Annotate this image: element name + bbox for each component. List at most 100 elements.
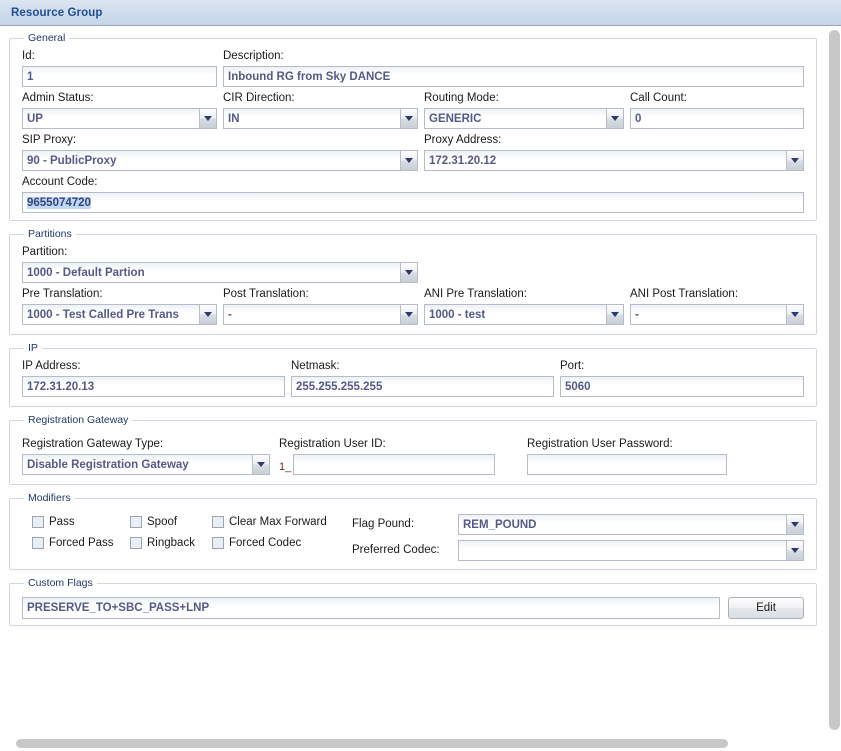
- ani-pre-translation-select[interactable]: 1000 - test: [424, 304, 624, 325]
- registration-user-password-input[interactable]: [527, 454, 727, 475]
- flag-pound-select[interactable]: REM_POUND: [458, 514, 804, 535]
- vertical-scrollbar-thumb[interactable]: [829, 30, 840, 730]
- registration-user-id-input[interactable]: [293, 454, 496, 475]
- cir-direction-select[interactable]: IN: [223, 108, 418, 129]
- chevron-down-icon[interactable]: [400, 151, 417, 170]
- post-translation-label: Post Translation:: [223, 288, 309, 300]
- ip-legend: IP: [28, 342, 38, 354]
- chevron-down-icon[interactable]: [400, 263, 417, 282]
- routing-mode-label: Routing Mode:: [424, 92, 499, 104]
- description-label: Description:: [223, 50, 284, 62]
- chevron-down-icon[interactable]: [606, 109, 623, 128]
- admin-status-select[interactable]: UP: [22, 108, 217, 129]
- registration-gateway-legend: Registration Gateway: [28, 414, 129, 426]
- horizontal-scrollbar-thumb[interactable]: [16, 739, 728, 748]
- ani-post-translation-select[interactable]: -: [630, 304, 804, 325]
- preferred-codec-value: [459, 541, 786, 560]
- chevron-down-icon[interactable]: [400, 305, 417, 324]
- id-label: Id:: [22, 50, 35, 62]
- checkbox-pass-label: Pass: [49, 516, 75, 528]
- checkbox-forced-pass[interactable]: Forced Pass: [32, 537, 130, 549]
- ani-post-translation-value: -: [635, 308, 639, 321]
- post-translation-value: -: [228, 308, 232, 321]
- registration-gateway-group: Registration Gateway Registration Gatewa…: [9, 414, 817, 485]
- routing-mode-select[interactable]: GENERIC: [424, 108, 624, 129]
- chevron-down-icon[interactable]: [786, 151, 803, 170]
- account-code-input[interactable]: 9655074720: [22, 192, 804, 213]
- chevron-down-icon[interactable]: [786, 541, 803, 560]
- checkbox-icon[interactable]: [212, 537, 224, 549]
- registration-gateway-type-value: Disable Registration Gateway: [27, 458, 189, 471]
- checkbox-spoof[interactable]: Spoof: [130, 516, 212, 528]
- description-input[interactable]: Inbound RG from Sky DANCE: [223, 66, 804, 87]
- resource-group-window: Resource Group General Id: 1 Description…: [0, 0, 841, 751]
- chevron-down-icon[interactable]: [786, 305, 803, 324]
- partition-label: Partition:: [22, 246, 68, 258]
- checkbox-clear-max-forward-label: Clear Max Forward: [229, 516, 327, 528]
- checkbox-forced-codec[interactable]: Forced Codec: [212, 537, 342, 549]
- ip-address-label: IP Address:: [22, 360, 81, 372]
- custom-flags-input[interactable]: PRESERVE_TO+SBC_PASS+LNP: [22, 597, 720, 619]
- port-input[interactable]: 5060: [560, 376, 804, 397]
- window-titlebar: Resource Group: [0, 0, 841, 26]
- chevron-down-icon[interactable]: [606, 305, 623, 324]
- flag-pound-label: Flag Pound:: [352, 518, 415, 530]
- sip-proxy-label: SIP Proxy:: [22, 134, 77, 146]
- preferred-codec-select[interactable]: [458, 540, 804, 561]
- post-translation-select[interactable]: -: [223, 304, 418, 325]
- checkbox-icon[interactable]: [130, 537, 142, 549]
- routing-mode-value: GENERIC: [429, 112, 482, 125]
- proxy-address-label: Proxy Address:: [424, 134, 502, 146]
- checkbox-forced-codec-label: Forced Codec: [229, 537, 302, 549]
- checkbox-icon[interactable]: [130, 516, 142, 528]
- checkbox-icon[interactable]: [32, 537, 44, 549]
- partition-value: 1000 - Default Partion: [27, 266, 145, 279]
- account-code-label: Account Code:: [22, 176, 98, 188]
- horizontal-scrollbar[interactable]: [16, 739, 728, 748]
- chevron-down-icon[interactable]: [400, 109, 417, 128]
- cir-direction-value: IN: [228, 112, 240, 125]
- chevron-down-icon[interactable]: [199, 305, 216, 324]
- checkbox-icon[interactable]: [212, 516, 224, 528]
- netmask-input[interactable]: 255.255.255.255: [291, 376, 554, 397]
- sip-proxy-value: 90 - PublicProxy: [27, 154, 117, 167]
- edit-button[interactable]: Edit: [728, 597, 804, 619]
- netmask-label: Netmask:: [291, 360, 340, 372]
- flag-pound-value: REM_POUND: [463, 518, 537, 531]
- ani-post-translation-label: ANI Post Translation:: [630, 288, 739, 300]
- pre-translation-select[interactable]: 1000 - Test Called Pre Trans: [22, 304, 217, 325]
- port-label: Port:: [560, 360, 585, 372]
- general-legend: General: [28, 32, 66, 44]
- ip-address-input[interactable]: 172.31.20.13: [22, 376, 285, 397]
- partition-select[interactable]: 1000 - Default Partion: [22, 262, 418, 283]
- page-title: Resource Group: [11, 6, 103, 19]
- account-code-value: 9655074720: [27, 196, 91, 209]
- modifiers-group: Modifiers Pass Spoof Clear Max Forward F…: [9, 492, 817, 570]
- pre-translation-label: Pre Translation:: [22, 288, 103, 300]
- id-input[interactable]: 1: [22, 66, 217, 87]
- custom-flags-legend: Custom Flags: [28, 577, 93, 589]
- registration-user-id-label: Registration User ID:: [279, 438, 386, 450]
- checkbox-pass[interactable]: Pass: [32, 516, 130, 528]
- checkbox-spoof-label: Spoof: [147, 516, 178, 528]
- call-count-input[interactable]: 0: [630, 108, 804, 129]
- checkbox-icon[interactable]: [32, 516, 44, 528]
- sip-proxy-select[interactable]: 90 - PublicProxy: [22, 150, 418, 171]
- ip-group: IP IP Address: 172.31.20.13 Netmask: 255…: [9, 342, 817, 407]
- vertical-scrollbar[interactable]: [826, 26, 841, 751]
- pre-translation-value: 1000 - Test Called Pre Trans: [27, 308, 179, 321]
- preferred-codec-label: Preferred Codec:: [352, 544, 440, 556]
- checkbox-clear-max-forward[interactable]: Clear Max Forward: [212, 516, 342, 528]
- chevron-down-icon[interactable]: [199, 109, 216, 128]
- registration-user-password-label: Registration User Password:: [527, 438, 673, 450]
- registration-gateway-type-select[interactable]: Disable Registration Gateway: [22, 454, 270, 475]
- checkbox-ringback-label: Ringback: [147, 537, 195, 549]
- chevron-down-icon[interactable]: [252, 455, 269, 474]
- proxy-address-select[interactable]: 172.31.20.12: [424, 150, 804, 171]
- checkbox-forced-pass-label: Forced Pass: [49, 537, 114, 549]
- call-count-label: Call Count:: [630, 92, 687, 104]
- cir-direction-label: CIR Direction:: [223, 92, 295, 104]
- partitions-legend: Partitions: [28, 228, 72, 240]
- checkbox-ringback[interactable]: Ringback: [130, 537, 212, 549]
- chevron-down-icon[interactable]: [786, 515, 803, 534]
